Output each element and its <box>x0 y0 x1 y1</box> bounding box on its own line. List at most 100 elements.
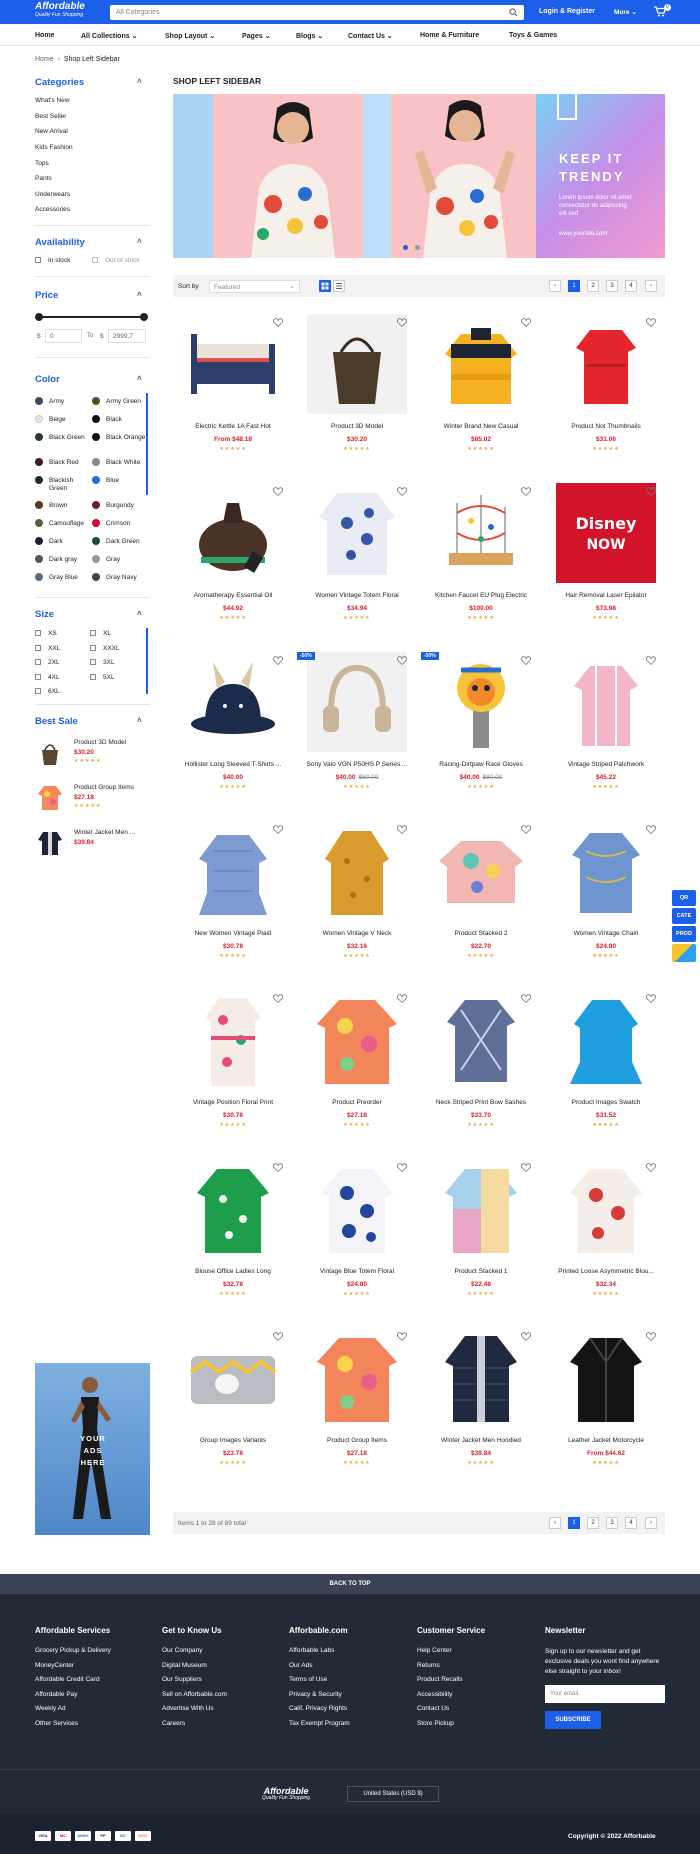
product-image[interactable] <box>183 990 283 1090</box>
banner-dot-active[interactable] <box>403 245 408 250</box>
best-sale-item[interactable]: Product Group Items $27.18 ★★★★★ <box>35 782 150 814</box>
wishlist-heart-icon[interactable] <box>521 318 531 327</box>
wishlist-heart-icon[interactable] <box>397 1163 407 1172</box>
product-card[interactable]: Vintage Position Floral Print $30.78 ★★★★★ <box>173 990 291 1150</box>
product-card[interactable]: -50% Racing-Dirtpaw Race Gloves $40.00 $80.… <box>421 652 539 812</box>
category-item[interactable]: Accessories <box>35 206 70 213</box>
float-category-button[interactable]: CATE <box>672 908 696 924</box>
price-heading[interactable]: Price ˄ <box>35 290 142 301</box>
footer-link[interactable]: Our Ads <box>289 1662 350 1669</box>
product-name[interactable]: Women Vintage Chain <box>546 930 666 937</box>
product-name[interactable]: Neck Striped Print Bow Sashes <box>421 1099 541 1106</box>
categories-heading[interactable]: Categories ˄ <box>35 77 142 88</box>
product-image[interactable] <box>556 821 656 921</box>
float-qr-button[interactable]: QR <box>672 890 696 906</box>
category-item[interactable]: Pants <box>35 175 52 182</box>
price-slider-max-handle[interactable] <box>140 313 148 321</box>
chevron-up-icon[interactable]: ˄ <box>137 290 142 299</box>
wishlist-heart-icon[interactable] <box>646 656 656 665</box>
product-name[interactable]: Product Not Thumbnails <box>546 423 666 430</box>
footer-link[interactable]: Store Pickup <box>417 1720 485 1727</box>
footer-link[interactable]: MoneyCenter <box>35 1662 111 1669</box>
size-checkbox[interactable] <box>90 659 96 665</box>
footer-link[interactable]: Calif. Privacy Rights <box>289 1705 350 1712</box>
color-swatch[interactable] <box>92 476 100 484</box>
chevron-up-icon[interactable]: ˄ <box>137 77 142 86</box>
product-card[interactable]: Electric Kettle 1A Fast Hot From $48.18 ★★… <box>173 314 291 474</box>
footer-link[interactable]: Our Suppliers <box>162 1676 227 1683</box>
wishlist-heart-icon[interactable] <box>646 825 656 834</box>
wishlist-heart-icon[interactable] <box>397 994 407 1003</box>
category-item[interactable]: New Arrival <box>35 128 68 135</box>
wishlist-heart-icon[interactable] <box>397 1332 407 1341</box>
wishlist-heart-icon[interactable] <box>646 994 656 1003</box>
hero-banner[interactable]: KEEP IT TRENDY Lorem ipsum dolor sit ame… <box>173 94 665 258</box>
product-card[interactable]: Vintage Blue Totem Floral $24.80 ★★★★★ <box>297 1159 415 1319</box>
wishlist-heart-icon[interactable] <box>646 487 656 496</box>
color-swatch[interactable] <box>92 458 100 466</box>
price-slider[interactable] <box>37 316 146 318</box>
color-swatch[interactable] <box>92 519 100 527</box>
product-image[interactable] <box>307 652 407 752</box>
banner-dot[interactable] <box>415 245 420 250</box>
color-heading[interactable]: Color ˄ <box>35 374 142 385</box>
footer-link[interactable]: Affordable Pay <box>35 1691 111 1698</box>
sidebar-ad-banner[interactable]: YOUR ADS HERE <box>35 1363 150 1535</box>
product-image[interactable] <box>307 990 407 1090</box>
nav-all-collections[interactable]: All Collections ⌄ <box>81 32 137 40</box>
footer-link[interactable]: Our Company <box>162 1647 227 1654</box>
pagination-prev[interactable]: ‹ <box>549 280 561 292</box>
wishlist-heart-icon[interactable] <box>273 825 283 834</box>
float-product-button[interactable]: PROD <box>672 926 696 942</box>
wishlist-heart-icon[interactable] <box>273 1163 283 1172</box>
product-name[interactable]: Blouse Office Ladies Long <box>173 1268 293 1275</box>
wishlist-heart-icon[interactable] <box>646 1163 656 1172</box>
pagination-page[interactable]: 2 <box>587 280 599 292</box>
footer-link[interactable]: Sell on Afforbable.com <box>162 1691 227 1698</box>
product-name[interactable]: Kitchen Faucet EU Plug Electric <box>421 592 541 599</box>
product-name[interactable]: Women Vintage Totem Floral <box>297 592 417 599</box>
site-logo[interactable]: Affordable Quality Fun Shopping <box>35 2 85 18</box>
product-name[interactable]: Printed Loose Asymmetric Blou... <box>546 1268 666 1275</box>
footer-link[interactable]: Other Services <box>35 1720 111 1727</box>
product-name[interactable]: Winter Brand New Casual <box>421 423 541 430</box>
product-name[interactable]: Vintage Position Floral Print <box>173 1099 293 1106</box>
product-name[interactable]: Winter Jacket Men Hoodied <box>421 1437 541 1444</box>
size-heading[interactable]: Size ˄ <box>35 609 142 620</box>
product-name[interactable]: Sony Vaio VGN P50HS P Series ... <box>297 761 417 768</box>
color-swatch[interactable] <box>92 433 100 441</box>
product-image[interactable] <box>307 314 407 414</box>
wishlist-heart-icon[interactable] <box>397 318 407 327</box>
wishlist-heart-icon[interactable] <box>397 825 407 834</box>
footer-link[interactable]: Contact Us <box>417 1705 485 1712</box>
product-image[interactable] <box>183 314 283 414</box>
size-checkbox[interactable] <box>90 673 96 680</box>
product-name[interactable]: Product Images Swatch <box>546 1099 666 1106</box>
color-swatch[interactable] <box>92 415 100 423</box>
wishlist-heart-icon[interactable] <box>397 656 407 665</box>
search-input[interactable]: All Categories <box>110 5 524 20</box>
search-icon[interactable] <box>509 8 518 17</box>
nav-shop-layout[interactable]: Shop Layout ⌄ <box>165 32 215 40</box>
nav-toys-games[interactable]: Toys & Games <box>509 32 557 39</box>
size-checkbox[interactable] <box>35 630 41 636</box>
size-checkbox[interactable] <box>90 630 96 636</box>
cart-icon[interactable]: 0 <box>654 4 671 18</box>
pagination-prev[interactable]: ‹ <box>549 1517 561 1529</box>
product-card[interactable]: -50% Sony Vaio VGN P50HS P Series ... $40.… <box>297 652 415 812</box>
product-image[interactable] <box>556 1159 656 1259</box>
footer-link[interactable]: Advertise With Us <box>162 1705 227 1712</box>
currency-selector[interactable]: United States (USD $) <box>347 1786 439 1802</box>
footer-link[interactable]: Weekly Ad <box>35 1705 111 1712</box>
product-name[interactable]: Product Stacked 2 <box>421 930 541 937</box>
footer-link[interactable]: Grocery Pickup & Delivery <box>35 1647 111 1654</box>
product-image[interactable] <box>431 483 531 583</box>
chevron-up-icon[interactable]: ˄ <box>137 237 142 246</box>
product-card[interactable]: Winter Jacket Men Hoodied $39.84 ★★★★★ <box>421 1328 539 1488</box>
footer-link[interactable]: Digital Museum <box>162 1662 227 1669</box>
color-swatch[interactable] <box>35 501 43 509</box>
pagination-next[interactable]: › <box>645 280 657 292</box>
footer-link[interactable]: Help Center <box>417 1647 485 1654</box>
best-sale-item[interactable]: Winter Jacket Men ... $39.84 <box>35 827 150 859</box>
product-card[interactable]: Blouse Office Ladies Long $32.78 ★★★★★ <box>173 1159 291 1319</box>
